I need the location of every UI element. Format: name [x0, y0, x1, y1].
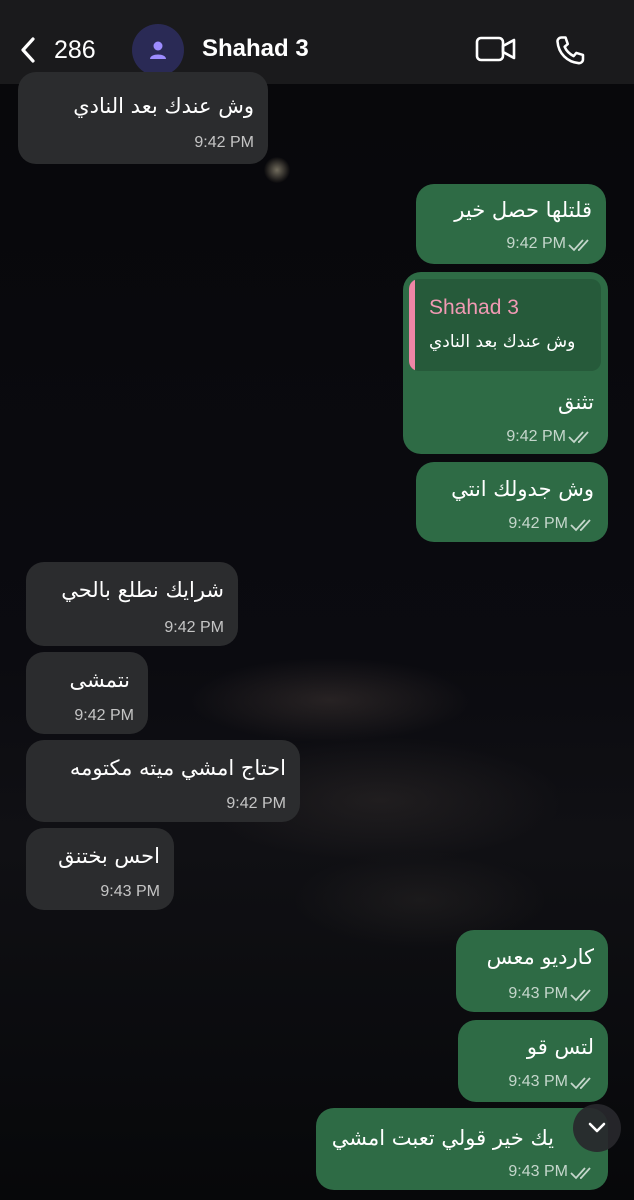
- message-time: 9:42 PM: [164, 619, 224, 636]
- voice-call-button[interactable]: [551, 32, 589, 70]
- message-text: قلتلها حصل خير: [454, 198, 592, 222]
- message-time: 9:42 PM: [194, 134, 254, 151]
- message-bubble-outgoing[interactable]: كارديو معس 9:43 PM: [456, 930, 608, 1012]
- double-check-icon: [570, 1077, 591, 1090]
- message-time: 9:43 PM: [508, 1163, 568, 1180]
- message-time: 9:42 PM: [508, 515, 568, 532]
- message-text: لتس قو: [526, 1035, 594, 1059]
- message-text: يك خير قولي تعبت امشي: [331, 1126, 554, 1150]
- message-bubble-incoming[interactable]: نتمشى 9:42 PM: [26, 652, 148, 734]
- video-call-button[interactable]: [474, 32, 518, 68]
- message-bubble-incoming[interactable]: احتاج امشي ميته مكتومه 9:42 PM: [26, 740, 300, 822]
- double-check-icon: [570, 1167, 591, 1180]
- video-camera-icon: [475, 36, 516, 62]
- message-text: احس بختنق: [58, 844, 160, 868]
- message-text: نتمشى: [69, 668, 130, 692]
- moon-glow: [264, 157, 290, 183]
- reply-accent-bar: [409, 279, 415, 371]
- double-check-icon: [568, 239, 589, 252]
- message-text: تثنق: [557, 390, 594, 414]
- phone-icon: [556, 36, 585, 65]
- message-bubble-incoming[interactable]: احس بختنق 9:43 PM: [26, 828, 174, 910]
- reply-quote[interactable]: Shahad 3 وش عندك بعد النادي: [409, 279, 601, 371]
- message-text: احتاج امشي ميته مكتومه: [69, 756, 286, 780]
- message-time: 9:42 PM: [506, 428, 566, 445]
- scroll-to-bottom-button[interactable]: [573, 1104, 621, 1152]
- unread-count: 286: [54, 35, 96, 64]
- reply-quoted-text: وش عندك بعد النادي: [429, 332, 576, 352]
- chevron-down-icon: [588, 1122, 606, 1133]
- double-check-icon: [570, 989, 591, 1002]
- message-bubble-incoming[interactable]: وش عندك بعد النادي 9:42 PM: [18, 72, 268, 164]
- message-text: وش جدولك انتي: [451, 477, 594, 501]
- message-time: 9:43 PM: [508, 1073, 568, 1090]
- message-text: وش عندك بعد النادي: [73, 94, 254, 118]
- reply-sender-name: Shahad 3: [429, 296, 519, 319]
- double-check-icon: [570, 519, 591, 532]
- back-button[interactable]: 286: [18, 26, 118, 74]
- double-check-icon: [568, 431, 589, 444]
- message-time: 9:42 PM: [74, 707, 134, 724]
- message-bubble-outgoing[interactable]: قلتلها حصل خير 9:42 PM: [416, 184, 606, 264]
- message-text: كارديو معس: [486, 945, 594, 969]
- message-bubble-incoming[interactable]: شرايك نطلع بالحي 9:42 PM: [26, 562, 238, 646]
- message-time: 9:43 PM: [508, 985, 568, 1002]
- person-icon: [150, 41, 166, 59]
- contact-name[interactable]: Shahad 3: [202, 35, 309, 63]
- message-text: شرايك نطلع بالحي: [61, 578, 224, 602]
- message-time: 9:42 PM: [226, 795, 286, 812]
- message-time: 9:43 PM: [100, 883, 160, 900]
- avatar[interactable]: [132, 24, 184, 76]
- message-bubble-outgoing[interactable]: لتس قو 9:43 PM: [458, 1020, 608, 1102]
- message-bubble-outgoing[interactable]: يك خير قولي تعبت امشي 9:43 PM: [316, 1108, 608, 1190]
- message-time: 9:42 PM: [506, 235, 566, 252]
- chevron-left-icon: [21, 37, 35, 63]
- message-bubble-outgoing[interactable]: وش جدولك انتي 9:42 PM: [416, 462, 608, 542]
